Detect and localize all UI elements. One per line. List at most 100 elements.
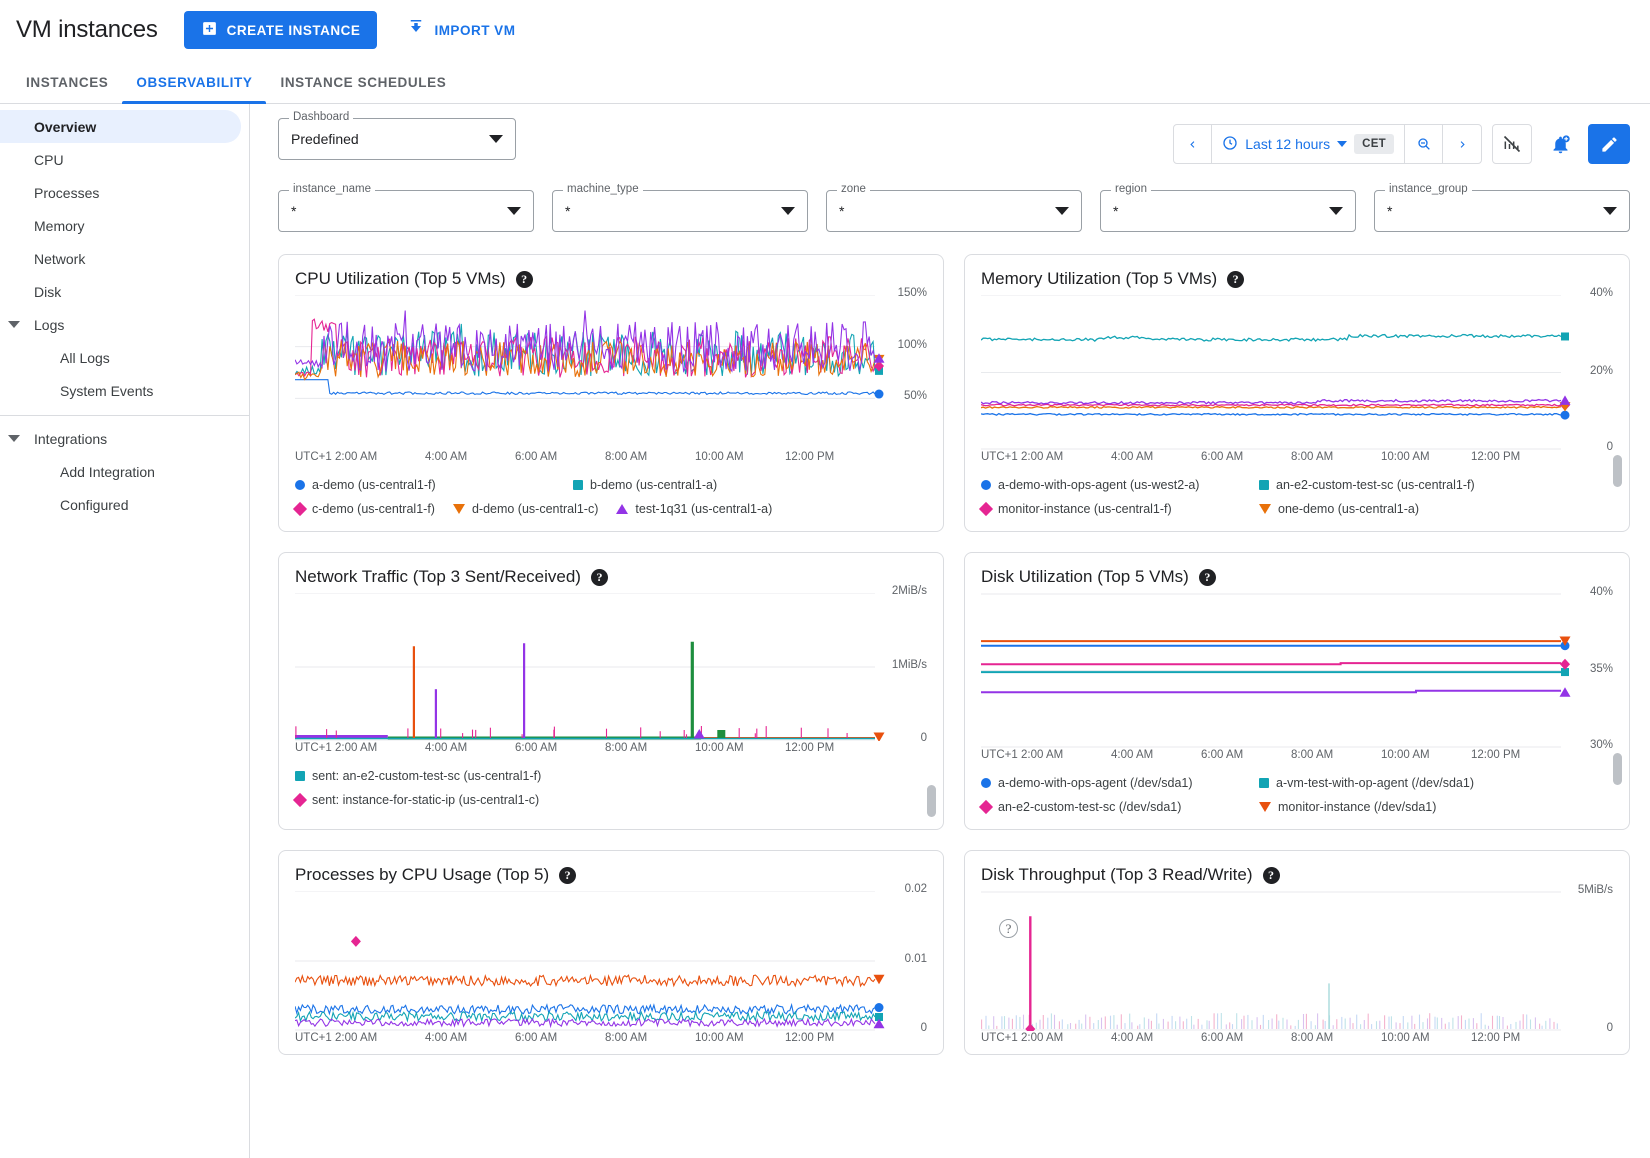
help-icon-network[interactable]: ? xyxy=(591,569,608,586)
legend-marker-triangle-down-icon xyxy=(1259,802,1271,812)
create-instance-button[interactable]: CREATE INSTANCE xyxy=(184,11,378,49)
filter-machine-type[interactable]: machine_type * xyxy=(552,190,808,232)
sidebar-item-overview[interactable]: Overview xyxy=(0,110,249,143)
chevron-down-icon-dashboard xyxy=(489,135,503,143)
sync-charts-off-button[interactable] xyxy=(1492,124,1532,164)
filter-instance-group[interactable]: instance_group * xyxy=(1374,190,1630,232)
page-header: VM instances CREATE INSTANCE IMPORT VM xyxy=(0,0,1650,60)
disk-utilization-title-row: Disk Utilization (Top 5 VMs) ? xyxy=(981,567,1613,587)
legend-item[interactable]: sent: an-e2-custom-test-sc (us-central1-… xyxy=(295,764,541,788)
legend-item[interactable]: a-demo (us-central1-f) xyxy=(295,473,555,497)
tab-observability[interactable]: OBSERVABILITY xyxy=(122,75,266,103)
network-traffic-plot[interactable]: 2MiB/s1MiB/s0 xyxy=(295,593,927,741)
legend-label: an-e2-custom-test-sc (/dev/sda1) xyxy=(998,795,1181,819)
time-range-picker[interactable]: Last 12 hours CET xyxy=(1212,125,1405,163)
cpu-utilization-title: CPU Utilization (Top 5 VMs) xyxy=(295,269,506,289)
sidebar-item-network[interactable]: Network xyxy=(0,242,249,275)
sidebar-item-configured[interactable]: Configured xyxy=(0,488,249,521)
net-xtick-4: 8:00 AM xyxy=(605,742,695,754)
y-axis-tick-label: 40% xyxy=(1590,287,1613,299)
y-axis-tick-label: 40% xyxy=(1590,586,1613,598)
sidebar-item-disk[interactable]: Disk xyxy=(0,275,249,308)
page-title: VM instances xyxy=(16,16,158,44)
tab-instance-schedules[interactable]: INSTANCE SCHEDULES xyxy=(266,75,460,103)
help-icon-throughput[interactable]: ? xyxy=(1263,867,1280,884)
legend-item[interactable]: d-demo (us-central1-c) xyxy=(453,497,598,521)
chevron-down-icon-integrations[interactable] xyxy=(8,435,20,442)
edit-dashboard-button[interactable] xyxy=(1588,124,1630,164)
filter-instance-name[interactable]: instance_name * xyxy=(278,190,534,232)
legend-marker-square-icon xyxy=(295,771,305,781)
card-memory-utilization: Memory Utilization (Top 5 VMs) ? 40%20%0… xyxy=(964,254,1630,532)
dashboard-select[interactable]: Dashboard Predefined xyxy=(278,118,516,160)
legend-item[interactable]: a-demo-with-ops-agent (us-west2-a) xyxy=(981,473,1241,497)
legend-item[interactable]: an-e2-custom-test-sc (us-central1-f) xyxy=(1259,473,1475,497)
cpu-utilization-plot[interactable]: 150%100%50% xyxy=(295,295,927,450)
sidebar-item-memory[interactable]: Memory xyxy=(0,209,249,242)
sidebar-label-processes: Processes xyxy=(34,185,99,201)
legend-marker-triangle-up-icon xyxy=(616,504,628,514)
legend-scrollbar[interactable] xyxy=(927,785,936,817)
disk-xtick-1: 2:00 AM xyxy=(1021,749,1111,761)
processes-cpu-plot[interactable]: 0.020.010 xyxy=(295,891,927,1031)
unknown-metric-icon[interactable]: ? xyxy=(999,919,1018,938)
sidebar-item-add-integration[interactable]: Add Integration xyxy=(0,455,249,488)
legend-item[interactable]: sent: instance-for-static-ip (us-central… xyxy=(295,788,539,812)
next-period-button[interactable] xyxy=(1443,125,1481,163)
help-icon-cpu[interactable]: ? xyxy=(516,271,533,288)
help-icon-processes[interactable]: ? xyxy=(559,867,576,884)
sidebar-item-cpu[interactable]: CPU xyxy=(0,143,249,176)
legend-item[interactable]: one-demo (us-central1-a) xyxy=(1259,497,1419,521)
charts-grid: CPU Utilization (Top 5 VMs) ? 150%100%50… xyxy=(278,254,1630,1055)
dashboard-select-label: Dashboard xyxy=(289,111,353,123)
chevron-down-icon-instance-name xyxy=(507,207,521,215)
processes-cpu-title: Processes by CPU Usage (Top 5) xyxy=(295,865,549,885)
toolbar-row: Dashboard Predefined Last 12 hours xyxy=(278,118,1630,164)
legend-label: an-e2-custom-test-sc (us-central1-f) xyxy=(1276,473,1475,497)
legend-marker-triangle-down-icon xyxy=(1259,504,1271,514)
legend-scrollbar[interactable] xyxy=(1613,455,1622,487)
time-range-label: Last 12 hours xyxy=(1245,136,1330,152)
help-icon-disk[interactable]: ? xyxy=(1199,569,1216,586)
legend-item[interactable]: a-vm-test-with-op-agent (/dev/sda1) xyxy=(1259,771,1474,795)
y-axis-tick-label: 150% xyxy=(898,287,927,299)
filter-instance-name-value: * xyxy=(291,203,499,219)
help-icon-memory[interactable]: ? xyxy=(1227,271,1244,288)
timezone-chip[interactable]: CET xyxy=(1354,134,1394,154)
sidebar-item-processes[interactable]: Processes xyxy=(0,176,249,209)
proc-xtick-1: 2:00 AM xyxy=(335,1032,425,1044)
legend-item[interactable]: an-e2-custom-test-sc (/dev/sda1) xyxy=(981,795,1241,819)
create-alert-button[interactable] xyxy=(1542,124,1578,164)
legend-item[interactable]: monitor-instance (/dev/sda1) xyxy=(1259,795,1436,819)
legend-label: a-demo-with-ops-agent (us-west2-a) xyxy=(998,473,1199,497)
legend-marker-circle-icon xyxy=(981,778,991,788)
sidebar-item-system-events[interactable]: System Events xyxy=(0,374,249,407)
y-axis-tick-label: 20% xyxy=(1590,365,1613,377)
filter-zone[interactable]: zone * xyxy=(826,190,1082,232)
sidebar-item-logs[interactable]: Logs xyxy=(0,308,249,341)
proc-xtick-3: 6:00 AM xyxy=(515,1032,605,1044)
previous-period-button[interactable] xyxy=(1174,125,1212,163)
legend-item[interactable]: c-demo (us-central1-f) xyxy=(295,497,435,521)
memory-utilization-plot[interactable]: 40%20%0 xyxy=(981,295,1613,450)
sidebar-label-cpu: CPU xyxy=(34,152,64,168)
filter-region[interactable]: region * xyxy=(1100,190,1356,232)
sidebar-item-integrations[interactable]: Integrations xyxy=(0,422,249,455)
legend-item[interactable]: a-demo-with-ops-agent (/dev/sda1) xyxy=(981,771,1241,795)
y-axis-tick-label: 2MiB/s xyxy=(892,585,927,597)
sidebar-label-configured: Configured xyxy=(60,497,129,513)
filters-row: instance_name * machine_type * zone * re… xyxy=(278,190,1630,232)
zoom-out-button[interactable] xyxy=(1405,125,1443,163)
sidebar-item-all-logs[interactable]: All Logs xyxy=(0,341,249,374)
legend-scrollbar[interactable] xyxy=(1613,753,1622,785)
tab-instances[interactable]: INSTANCES xyxy=(12,75,122,103)
disk-utilization-plot[interactable]: 40%35%30% xyxy=(981,593,1613,748)
disk-throughput-plot[interactable]: ? 5MiB/s0 xyxy=(981,891,1613,1031)
legend-item[interactable]: monitor-instance (us-central1-f) xyxy=(981,497,1241,521)
import-vm-button[interactable]: IMPORT VM xyxy=(393,11,529,49)
cpu-utilization-legend: a-demo (us-central1-f) b-demo (us-centra… xyxy=(295,473,927,521)
legend-item[interactable]: b-demo (us-central1-a) xyxy=(573,473,717,497)
legend-item[interactable]: test-1q31 (us-central1-a) xyxy=(616,497,772,521)
cpu-utilization-title-row: CPU Utilization (Top 5 VMs) ? xyxy=(295,269,927,289)
chevron-down-icon-logs[interactable] xyxy=(8,321,20,328)
